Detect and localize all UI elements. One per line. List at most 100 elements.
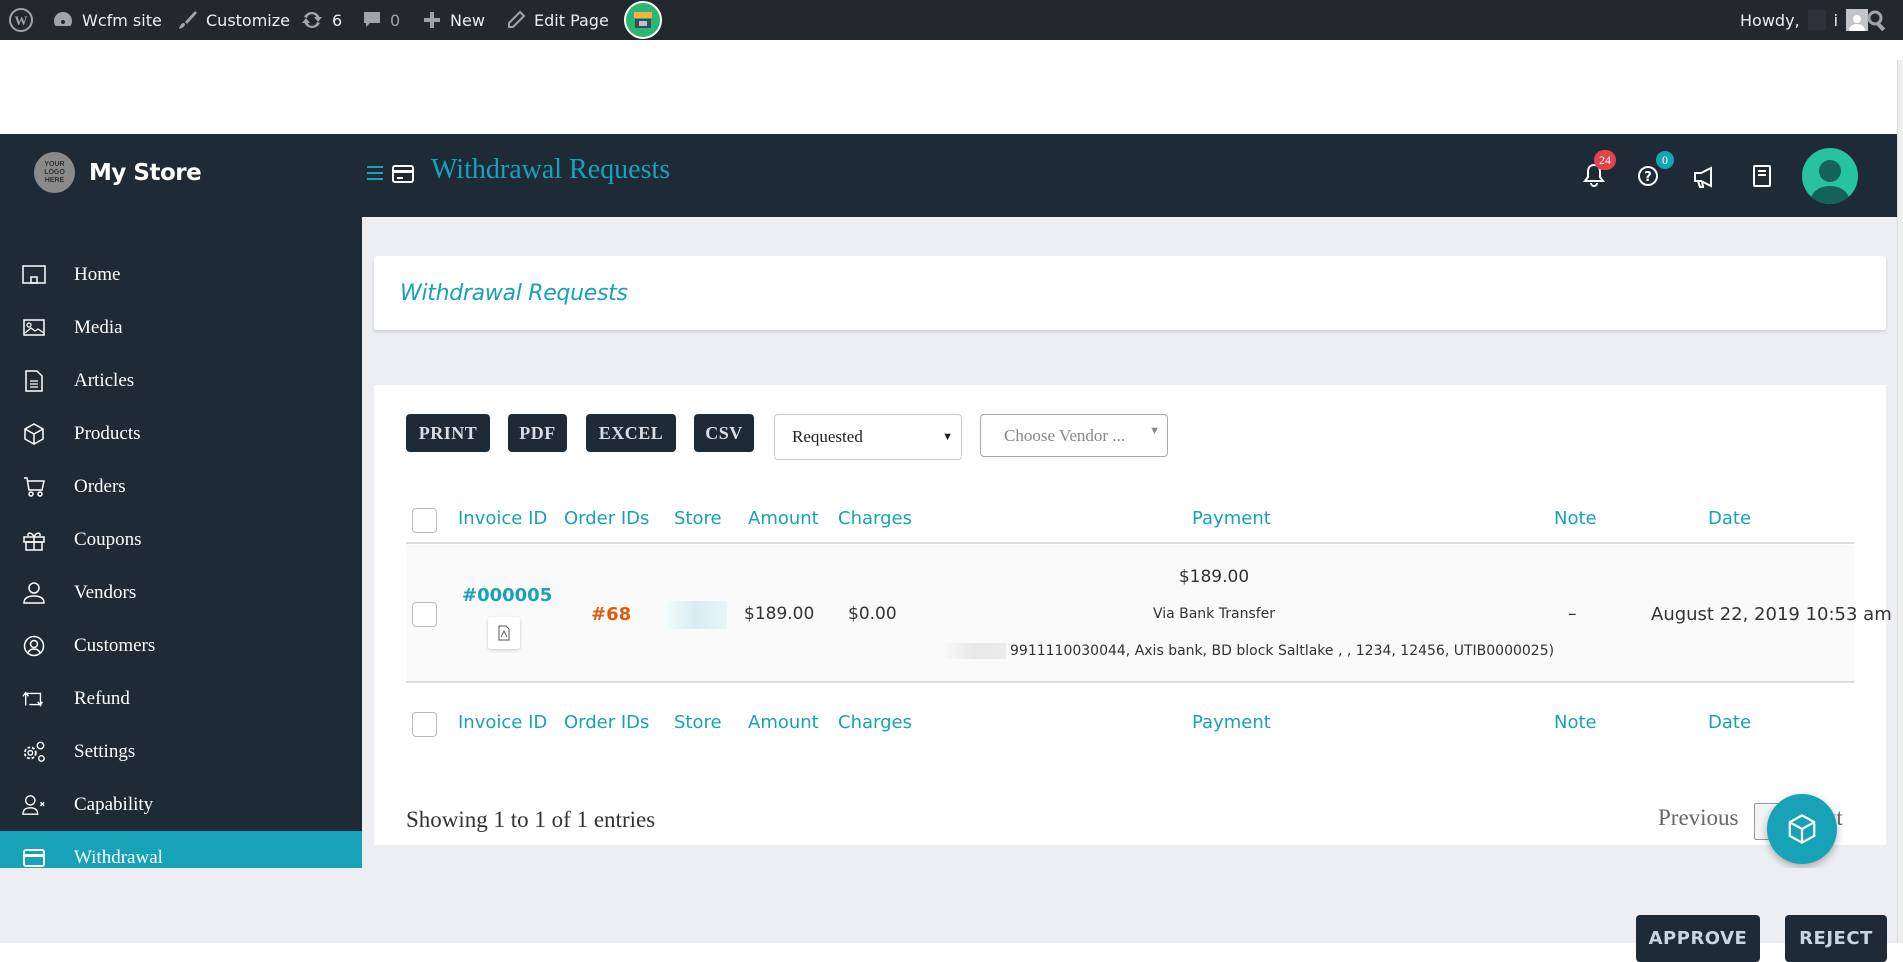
comment-icon: [364, 12, 380, 27]
print-button[interactable]: PRINT: [406, 414, 490, 452]
book-icon: [1753, 165, 1771, 187]
gift-icon: [22, 528, 46, 552]
dashboard-header: YOUR LOGO HERE My Store Withdrawal Reque…: [0, 134, 1897, 217]
payment-details: 9911110030044, Axis bank, BD block Saltl…: [1010, 643, 1555, 659]
refund-icon: [22, 687, 46, 711]
user-circle-icon: [22, 634, 46, 658]
svg-text:W: W: [15, 13, 28, 28]
new-content-link[interactable]: New: [422, 0, 485, 40]
entries-info: Showing 1 to 1 of 1 entries: [406, 807, 656, 832]
col-note[interactable]: Note: [1554, 508, 1597, 529]
article-icon: [22, 369, 46, 393]
previous-page-button[interactable]: Previous: [1658, 805, 1739, 831]
col-invoice-id[interactable]: Invoice ID: [458, 508, 547, 529]
store-name[interactable]: My Store: [89, 160, 202, 186]
foot-store: Store: [674, 712, 722, 733]
sidebar-item-products[interactable]: Products: [0, 407, 362, 460]
cube-icon: [1788, 814, 1816, 844]
notifications-button[interactable]: 24: [1582, 150, 1616, 190]
vendor-select[interactable]: Choose Vendor ... ▼: [980, 414, 1168, 457]
select-all-checkbox-footer[interactable]: [412, 712, 437, 737]
credit-card-icon: [392, 164, 414, 189]
pdf-button[interactable]: PDF: [508, 414, 567, 452]
chevron-down-icon: ▼: [942, 431, 953, 443]
status-select[interactable]: Requested ▼: [774, 414, 962, 460]
cube-icon: [22, 422, 46, 446]
account-name-redacted: [942, 643, 1006, 659]
excel-button[interactable]: EXCEL: [586, 414, 676, 452]
wordpress-logo-icon[interactable]: W: [8, 0, 34, 40]
page-scrollbar[interactable]: [1897, 60, 1903, 943]
sidebar-item-orders[interactable]: Orders: [0, 460, 362, 513]
invoice-id-link[interactable]: #000005: [462, 585, 552, 606]
floating-product-button[interactable]: [1767, 794, 1837, 864]
sidebar-item-vendors[interactable]: Vendors: [0, 566, 362, 619]
gears-icon: [22, 740, 46, 764]
home-icon: [22, 263, 46, 287]
help-icon: ?: [1638, 166, 1658, 186]
sidebar-item-settings[interactable]: Settings: [0, 725, 362, 778]
svg-text:?: ?: [1644, 170, 1652, 185]
sidebar-item-coupons[interactable]: Coupons: [0, 513, 362, 566]
updates-link[interactable]: 6: [300, 0, 342, 40]
sidebar-item-home[interactable]: Home: [0, 248, 362, 301]
approve-button[interactable]: APPROVE: [1636, 915, 1760, 962]
menu-toggle-icon[interactable]: [367, 164, 385, 182]
col-date[interactable]: Date: [1708, 508, 1751, 529]
customize-link[interactable]: Customize: [176, 0, 290, 40]
sidebar-item-articles[interactable]: Articles: [0, 354, 362, 407]
col-order-ids[interactable]: Order IDs: [564, 508, 649, 529]
updates-icon: [302, 11, 322, 29]
foot-note: Note: [1554, 712, 1597, 733]
store-manager-link[interactable]: [624, 0, 662, 40]
card-title: Withdrawal Requests: [400, 281, 628, 306]
table-footer: Invoice ID Order IDs Store Amount Charge…: [406, 685, 1854, 745]
reject-button[interactable]: REJECT: [1785, 915, 1887, 962]
foot-order-ids: Order IDs: [564, 712, 650, 733]
date-value: August 22, 2019 10:53 am: [1651, 604, 1892, 625]
page-title: Withdrawal Requests: [431, 154, 671, 185]
payment-amount: $189.00: [1178, 567, 1250, 587]
col-store[interactable]: Store: [674, 508, 722, 529]
sidebar-item-media[interactable]: Media: [0, 301, 362, 354]
media-icon: [22, 316, 46, 340]
pencil-icon: [508, 10, 526, 28]
foot-invoice-id: Invoice ID: [458, 712, 548, 733]
username-redacted: [1807, 10, 1826, 30]
announcements-button[interactable]: [1692, 164, 1718, 195]
wp-admin-bar: W Wcfm site Customize 6 0 New Edit Page …: [0, 0, 1903, 40]
plus-icon: [424, 12, 440, 28]
knowledgebase-button[interactable]: [1751, 164, 1773, 193]
site-name-link[interactable]: Wcfm site: [52, 0, 162, 40]
foot-charges: Charges: [838, 712, 912, 733]
megaphone-icon: [1694, 166, 1712, 188]
store-icon: [624, 1, 662, 39]
col-charges[interactable]: Charges: [838, 508, 912, 529]
table-header: Invoice ID Order IDs Store Amount Charge…: [406, 494, 1854, 544]
bottom-actions: APPROVE REJECT: [0, 868, 1897, 962]
profile-avatar[interactable]: [1802, 148, 1858, 204]
foot-amount: Amount: [748, 712, 819, 733]
notifications-badge: 24: [1594, 150, 1616, 170]
col-amount[interactable]: Amount: [748, 508, 819, 529]
brush-icon: [179, 11, 197, 29]
page-heading-card: Withdrawal Requests: [374, 256, 1886, 330]
csv-button[interactable]: CSV: [694, 414, 754, 452]
search-icon[interactable]: [1866, 0, 1888, 40]
sidebar-item-capability[interactable]: Capability: [0, 778, 362, 831]
col-payment[interactable]: Payment: [1192, 508, 1271, 529]
sidebar-item-customers[interactable]: Customers: [0, 619, 362, 672]
edit-page-link[interactable]: Edit Page: [506, 0, 609, 40]
my-account-link[interactable]: Howdy, i: [1740, 0, 1869, 40]
store-logo[interactable]: YOUR LOGO HERE: [34, 152, 75, 193]
comments-link[interactable]: 0: [362, 0, 400, 40]
sidebar: Home Media Articles Products Orders Coup…: [0, 217, 362, 943]
card-icon: [22, 846, 46, 870]
help-button[interactable]: ? 0: [1636, 151, 1674, 190]
dashboard-icon: [54, 12, 72, 26]
pdf-file-icon: [498, 625, 510, 641]
note-value: –: [1568, 604, 1577, 624]
user-icon: [22, 581, 46, 605]
select-all-checkbox[interactable]: [412, 508, 437, 533]
sidebar-item-refund[interactable]: Refund: [0, 672, 362, 725]
